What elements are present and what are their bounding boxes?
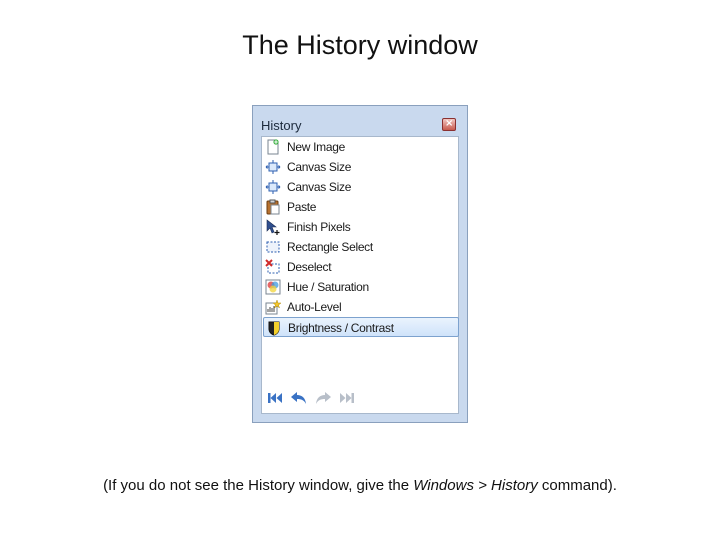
- canvas-size-icon: [265, 180, 281, 194]
- history-item-label: Paste: [287, 200, 317, 214]
- history-item-auto-level[interactable]: Auto-Level: [263, 297, 459, 317]
- rewind-to-start-icon[interactable]: [266, 389, 284, 407]
- history-item-finish-pixels[interactable]: Finish Pixels: [263, 217, 459, 237]
- slide-caption: (If you do not see the History window, g…: [0, 477, 720, 494]
- history-item-label: Auto-Level: [287, 300, 342, 314]
- history-item-canvas-size[interactable]: Canvas Size: [263, 177, 459, 197]
- window-title: History: [261, 118, 302, 133]
- history-item-label: Canvas Size: [287, 160, 352, 174]
- history-item-label: New Image: [287, 140, 345, 154]
- close-icon: ×: [445, 118, 454, 129]
- history-item-deselect[interactable]: Deselect: [263, 257, 459, 277]
- brightness-contrast-icon: [268, 321, 280, 336]
- history-item-paste[interactable]: Paste: [263, 197, 459, 217]
- redo-icon[interactable]: [314, 389, 332, 407]
- history-item-label: Finish Pixels: [287, 220, 351, 234]
- rectangle-select-icon: [266, 241, 280, 253]
- history-window: History × New Image Canvas Size Canvas S…: [252, 105, 468, 423]
- auto-level-icon: [265, 299, 281, 315]
- caption-command: Windows > History: [413, 477, 538, 494]
- history-item-rectangle-select[interactable]: Rectangle Select: [263, 237, 459, 257]
- paste-icon: [266, 199, 280, 215]
- history-item-brightness-contrast[interactable]: Brightness / Contrast: [263, 317, 459, 337]
- finish-pixels-icon: [266, 219, 280, 235]
- history-item-hue-saturation[interactable]: Hue / Saturation: [263, 277, 459, 297]
- hue-saturation-icon: [265, 279, 281, 295]
- history-toolbar: [263, 385, 459, 411]
- caption-text-end: command).: [537, 477, 617, 494]
- history-item-label: Brightness / Contrast: [288, 321, 394, 335]
- history-item-label: Rectangle Select: [287, 240, 373, 254]
- fast-forward-to-end-icon[interactable]: [338, 389, 356, 407]
- caption-text: (If you do not see the History window, g…: [103, 477, 414, 494]
- history-item-label: Hue / Saturation: [287, 280, 369, 294]
- history-list: New Image Canvas Size Canvas Size Paste …: [261, 136, 459, 414]
- history-item-new-image[interactable]: New Image: [263, 137, 459, 157]
- canvas-size-icon: [265, 160, 281, 174]
- new-image-icon: [267, 139, 279, 155]
- undo-icon[interactable]: [290, 389, 308, 407]
- slide-title: The History window: [242, 30, 478, 60]
- history-item-label: Deselect: [287, 260, 332, 274]
- history-item-label: Canvas Size: [287, 180, 352, 194]
- history-titlebar[interactable]: History ×: [253, 106, 467, 136]
- deselect-icon: [265, 259, 280, 274]
- history-item-canvas-size[interactable]: Canvas Size: [263, 157, 459, 177]
- close-button[interactable]: ×: [442, 118, 456, 131]
